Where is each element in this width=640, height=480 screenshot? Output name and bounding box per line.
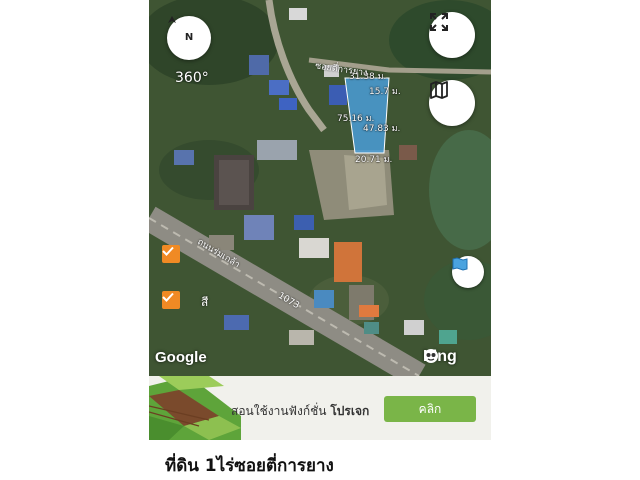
measurement-label: 20.71 ม. bbox=[355, 155, 393, 165]
ad-text-prefix: สอนใช้งานฟังก์ชั่น bbox=[231, 404, 327, 418]
expand-icon bbox=[430, 13, 448, 31]
color-checkbox[interactable] bbox=[162, 291, 180, 309]
compass-n-label: N bbox=[184, 32, 194, 43]
streetview-icon bbox=[452, 257, 468, 271]
color-checkbox-label: สี bbox=[201, 295, 209, 309]
checkmark-icon bbox=[162, 246, 174, 256]
measurement-label: 47.83 ม. bbox=[363, 124, 401, 134]
checkmark-icon bbox=[162, 292, 174, 302]
measurement-label: 15.7 ม. bbox=[369, 87, 401, 97]
listing-title: ที่ดิน 1ไร่ซอยตี่การยาง bbox=[165, 456, 334, 476]
right-margin bbox=[491, 0, 640, 480]
fullscreen-button[interactable] bbox=[429, 12, 475, 58]
ad-click-button[interactable]: คลิก bbox=[384, 396, 476, 422]
heading-degrees: 360° bbox=[175, 70, 209, 86]
app-screen: 31.38 ม. 15.7 ม. 75.16 ม. 47.83 ม. 20.71… bbox=[149, 0, 491, 480]
left-margin bbox=[0, 0, 149, 480]
layer-checkbox[interactable] bbox=[162, 245, 180, 263]
ad-text: สอนใช้งานฟังก์ชั่น โปรเจก bbox=[231, 402, 369, 421]
ling-logo: Ling bbox=[423, 348, 457, 366]
streetview-button[interactable] bbox=[452, 256, 484, 288]
ad-banner[interactable]: สอนใช้งานฟังก์ชั่น โปรเจก คลิก bbox=[149, 376, 491, 440]
map-type-button[interactable] bbox=[429, 80, 475, 126]
google-logo: Google bbox=[155, 349, 207, 366]
satellite-map[interactable]: 31.38 ม. 15.7 ม. 75.16 ม. 47.83 ม. 20.71… bbox=[149, 0, 491, 376]
ling-mascot-icon bbox=[424, 349, 438, 363]
farmland-illustration bbox=[149, 376, 241, 440]
compass-button[interactable]: N bbox=[167, 16, 211, 60]
map-icon bbox=[430, 81, 448, 99]
compass-needle-icon bbox=[168, 16, 176, 23]
ad-text-bold: โปรเจก bbox=[330, 404, 370, 418]
